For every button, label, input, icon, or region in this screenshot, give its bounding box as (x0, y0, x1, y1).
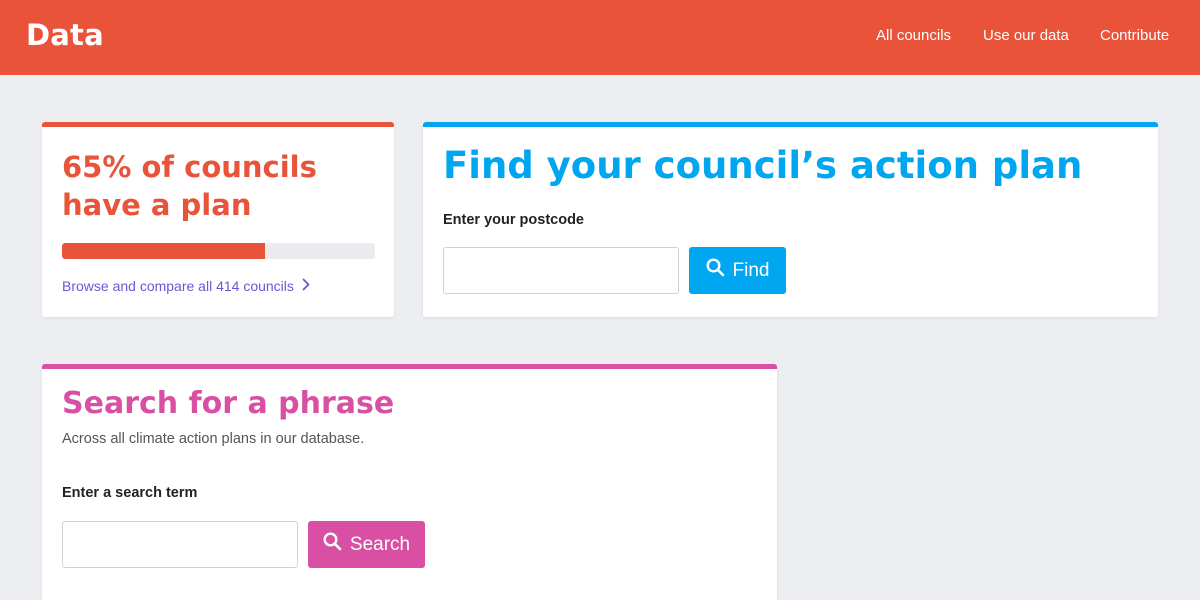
plan-progress-bar (62, 243, 375, 259)
phrase-search-subtitle: Across all climate action plans in our d… (62, 431, 365, 447)
phrase-search-title: Search for a phrase (62, 386, 395, 421)
find-plan-title: Find your council’s action plan (443, 144, 1083, 187)
search-button[interactable]: Search (308, 521, 425, 568)
plan-progress-fill (62, 243, 266, 259)
browse-councils-link[interactable]: Browse and compare all 414 councils (62, 278, 310, 294)
stat-card: 65% of councils have a plan Browse and c… (42, 122, 394, 317)
postcode-label: Enter your postcode (443, 212, 584, 228)
browse-councils-label: Browse and compare all 414 councils (62, 278, 294, 294)
search-button-label: Search (349, 533, 411, 555)
search-term-input[interactable] (62, 521, 298, 568)
postcode-input[interactable] (443, 247, 679, 294)
nav-link-contribute[interactable]: Contribute (1100, 27, 1169, 44)
stat-title: 65% of councils have a plan (62, 150, 317, 222)
find-plan-card: Find your council’s action plan Enter yo… (423, 122, 1158, 317)
card-accent-bar (423, 122, 1158, 127)
find-button[interactable]: Find (689, 247, 786, 294)
chevron-right-icon (302, 278, 310, 294)
search-term-label: Enter a search term (62, 485, 198, 501)
search-icon (323, 532, 342, 557)
brand-logo[interactable]: Data (26, 18, 104, 52)
nav-link-all-councils[interactable]: All councils (876, 27, 951, 44)
find-button-label: Find (732, 259, 770, 281)
search-icon (706, 258, 725, 283)
top-bar: Data All councils Use our data Contribut… (0, 0, 1200, 75)
nav-link-use-our-data[interactable]: Use our data (983, 27, 1069, 44)
card-accent-bar (42, 122, 394, 127)
phrase-search-card: Search for a phrase Across all climate a… (42, 364, 777, 600)
card-accent-bar (42, 364, 777, 369)
